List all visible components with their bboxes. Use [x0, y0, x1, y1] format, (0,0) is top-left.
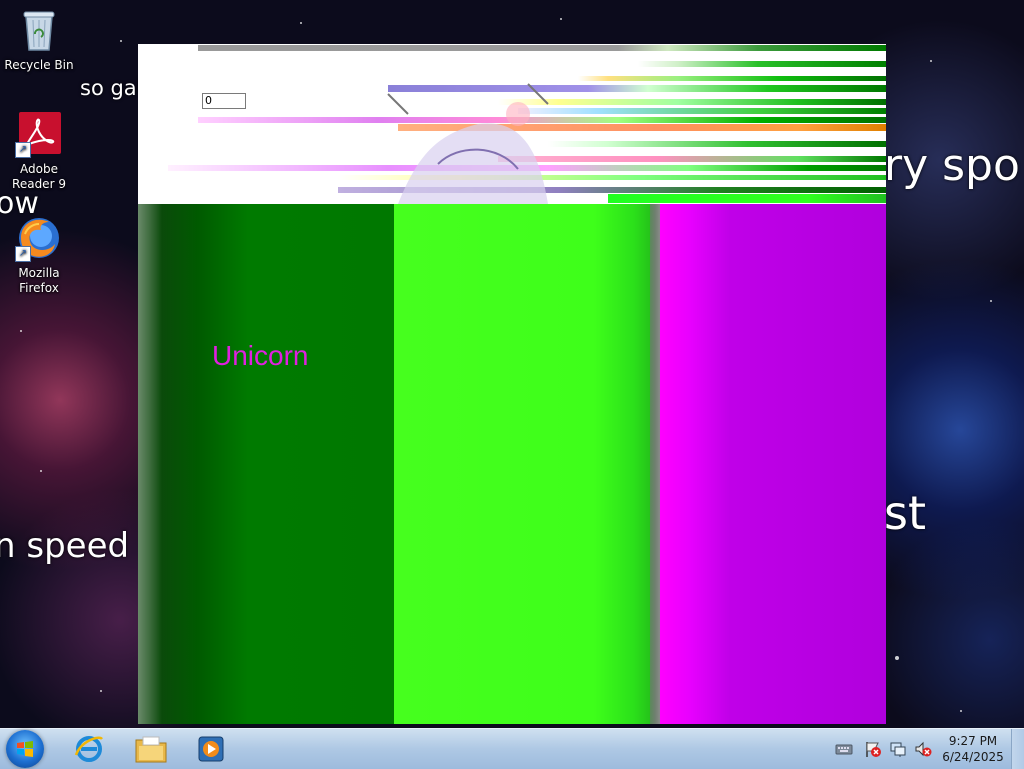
star [990, 300, 992, 302]
wallpaper-text-so-gal: so gal [80, 76, 143, 100]
star [560, 18, 562, 20]
taskbar-internet-explorer-button[interactable] [64, 731, 114, 767]
star [20, 330, 22, 332]
desktop-icon-recycle-bin[interactable]: Recycle Bin [1, 6, 77, 73]
desktop-icon-label: Adobe Reader 9 [12, 162, 66, 191]
app-window: 0 Unicorn [138, 44, 886, 724]
shortcut-arrow-icon: ↗ [15, 246, 31, 262]
desktop-icon-adobe-reader[interactable]: ↗ Adobe Reader 9 [1, 110, 77, 192]
star [120, 40, 122, 42]
number-input[interactable]: 0 [202, 93, 246, 109]
firefox-icon: ↗ [15, 214, 63, 262]
star [895, 656, 899, 660]
glitch-stripe [198, 45, 886, 51]
recycle-bin-icon [15, 6, 63, 54]
column-divider [650, 204, 660, 724]
star [930, 60, 932, 62]
unicorn-label: Unicorn [212, 340, 309, 371]
internet-explorer-icon [74, 736, 103, 762]
purple-column-panel [660, 204, 886, 724]
glitched-header-area: 0 [138, 44, 886, 204]
action-center-flag-icon[interactable] [864, 740, 882, 758]
adobe-reader-icon: ↗ [15, 110, 63, 158]
folder-icon [135, 736, 167, 763]
start-button[interactable] [6, 730, 44, 768]
clock-time: 9:27 PM [948, 734, 998, 748]
glitched-artwork-fragment [387, 83, 549, 204]
windows-logo-icon [17, 741, 33, 757]
wallpaper-text-st: st [884, 486, 927, 540]
wallpaper-text-ry-spo: ry spo [884, 140, 1020, 191]
desktop-icon-label: Recycle Bin [4, 58, 74, 72]
clock-date: 6/24/2025 [942, 750, 1004, 764]
network-icon[interactable] [889, 740, 907, 758]
desktop-icon-firefox[interactable]: ↗ Mozilla Firefox [1, 214, 77, 296]
media-player-icon [198, 736, 224, 762]
taskbar-media-player-button[interactable] [186, 731, 236, 767]
taskbar-file-explorer-button[interactable] [126, 731, 176, 767]
glitch-stripe [548, 141, 886, 147]
volume-muted-icon[interactable] [914, 740, 932, 758]
show-desktop-button[interactable] [1011, 729, 1024, 769]
desktop-icon-label: Mozilla Firefox [18, 266, 60, 295]
shortcut-arrow-icon: ↗ [15, 142, 31, 158]
star [40, 470, 42, 472]
star [300, 22, 302, 24]
glitch-stripe [638, 61, 886, 67]
keyboard-icon[interactable] [835, 740, 853, 758]
taskbar: 9:27 PM 6/24/2025 [0, 728, 1024, 769]
glitch-stripe [578, 76, 886, 81]
system-clock[interactable]: 9:27 PM 6/24/2025 [940, 733, 1006, 765]
green-column-panel [138, 204, 394, 724]
wallpaper-text-speed: n speed [0, 526, 130, 566]
lime-column-panel [394, 204, 656, 724]
glitch-stripe [608, 194, 886, 203]
star [960, 710, 962, 712]
star [100, 690, 102, 692]
